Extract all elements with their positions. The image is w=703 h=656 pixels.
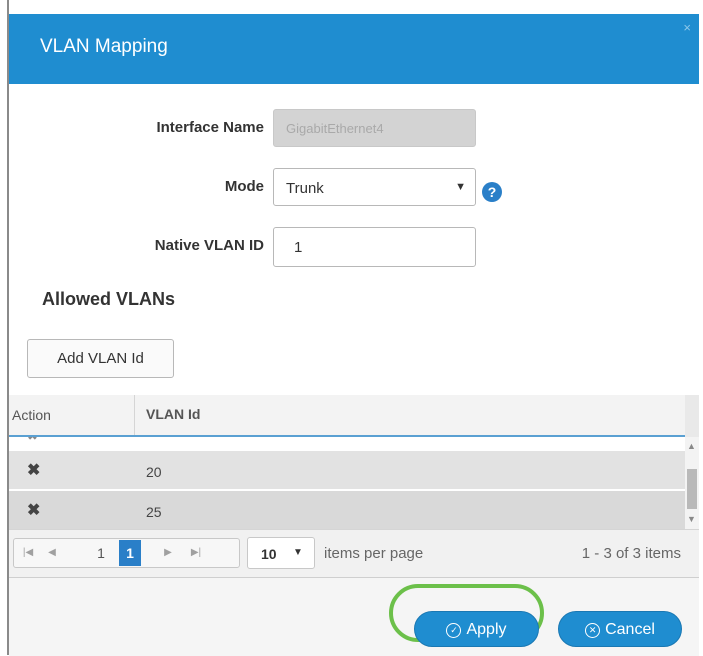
dialog-header: VLAN Mapping × <box>9 14 699 84</box>
next-page-icon[interactable]: ▶ <box>158 540 178 566</box>
items-count: 1 - 3 of 3 items <box>581 545 681 562</box>
vlan-mapping-dialog: VLAN Mapping × Interface Name GigabitEth… <box>9 14 699 656</box>
native-vlan-label: Native VLAN ID <box>154 237 264 254</box>
table-row: ✖ 25 <box>9 490 685 529</box>
close-icon[interactable]: × <box>683 20 691 35</box>
pager: |◀ ◀ 1 1 ▶ ▶| 10 ▼ items per page 1 - 3 … <box>9 529 699 578</box>
dialog-title: VLAN Mapping <box>40 36 168 57</box>
chevron-down-icon: ▼ <box>293 547 303 558</box>
chevron-down-icon: ▼ <box>455 181 466 193</box>
apply-label: Apply <box>466 621 507 638</box>
page-buttons: |◀ ◀ 1 1 ▶ ▶| <box>13 538 240 568</box>
interface-name-value: GigabitEthernet4 <box>286 121 384 136</box>
items-per-page-label: items per page <box>324 545 424 562</box>
page-size-select[interactable]: 10 ▼ <box>247 537 315 569</box>
cancel-button[interactable]: ✕ Cancel <box>558 611 682 647</box>
vlan-id-cell: 20 <box>146 464 162 480</box>
mode-label: Mode <box>224 178 264 195</box>
vlan-id-cell: 25 <box>146 504 162 520</box>
delete-icon: ✖ <box>27 437 38 444</box>
column-divider <box>134 395 135 435</box>
column-header-action[interactable]: Action <box>12 407 51 423</box>
first-page-icon[interactable]: |◀ <box>18 540 38 566</box>
vlan-grid: Action VLAN Id ✖ ✖ 20 ✖ 25 ▲ ▼ <box>9 395 699 529</box>
cancel-label: Cancel <box>605 621 655 638</box>
x-circle-icon: ✕ <box>585 623 601 638</box>
mode-value: Trunk <box>286 180 324 197</box>
header-scroll-gutter <box>685 395 699 437</box>
mode-select[interactable]: Trunk ▼ <box>273 168 476 206</box>
prev-page-icon[interactable]: ◀ <box>42 540 62 566</box>
table-row: ✖ 20 <box>9 450 685 489</box>
current-page[interactable]: 1 <box>119 540 141 566</box>
backdrop-edge-gap <box>0 0 7 14</box>
page-size-value: 10 <box>261 546 277 562</box>
scroll-thumb[interactable] <box>687 469 697 509</box>
native-vlan-value: 1 <box>294 239 303 256</box>
delete-icon[interactable]: ✖ <box>27 460 40 480</box>
help-icon[interactable]: ? <box>482 182 502 202</box>
native-vlan-input[interactable]: 1 <box>273 227 476 267</box>
vertical-scrollbar[interactable]: ▲ ▼ <box>685 437 699 529</box>
add-vlan-id-button[interactable]: Add VLAN Id <box>27 339 174 378</box>
interface-name-field: GigabitEthernet4 <box>273 109 476 147</box>
table-row-clipped: ✖ <box>9 437 685 450</box>
scroll-down-icon[interactable]: ▼ <box>687 514 696 524</box>
page-number[interactable]: 1 <box>90 540 112 566</box>
interface-name-label: Interface Name <box>156 119 264 136</box>
apply-button[interactable]: ✓ Apply <box>414 611 539 647</box>
check-circle-icon: ✓ <box>446 623 462 638</box>
column-header-vlan-id[interactable]: VLAN Id <box>146 406 200 422</box>
delete-icon[interactable]: ✖ <box>27 500 40 520</box>
allowed-vlans-title: Allowed VLANs <box>42 289 176 309</box>
grid-header: Action VLAN Id <box>9 395 685 437</box>
scroll-up-icon[interactable]: ▲ <box>687 441 696 451</box>
last-page-icon[interactable]: ▶| <box>184 540 208 566</box>
